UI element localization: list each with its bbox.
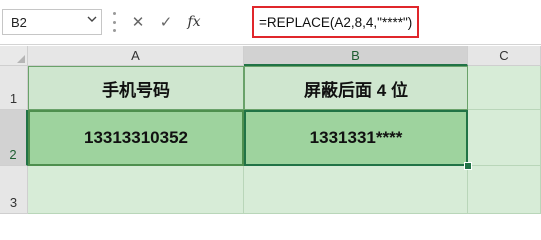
formula-input[interactable]: =REPLACE(A2,8,4,"****") (252, 6, 419, 38)
formula-bar: B2 ✕ ✓ fx =REPLACE(A2,8,4,"****") (0, 0, 541, 45)
formula-buttons: ✕ ✓ fx (124, 9, 208, 35)
column-header-a[interactable]: A (28, 46, 244, 66)
cell-b1[interactable]: 屏蔽后面 4 位 (244, 66, 468, 110)
column-header-c[interactable]: C (468, 46, 541, 66)
cell-c3[interactable] (468, 166, 541, 214)
spreadsheet-grid: A B C 1 2 3 手机号码 屏蔽后面 4 位 13313310352 13… (0, 46, 541, 214)
enter-icon[interactable]: ✓ (152, 9, 180, 35)
cancel-icon[interactable]: ✕ (124, 9, 152, 35)
chevron-down-icon[interactable] (87, 14, 97, 27)
name-box[interactable]: B2 (2, 9, 102, 35)
cell-c1[interactable] (468, 66, 541, 110)
cell-c2[interactable] (468, 110, 541, 166)
insert-function-icon[interactable]: fx (180, 9, 208, 35)
column-header-b[interactable]: B (244, 46, 468, 66)
cell-b3[interactable] (244, 166, 468, 214)
cell-a1[interactable]: 手机号码 (28, 66, 244, 110)
formula-text: =REPLACE(A2,8,4,"****") (259, 15, 413, 30)
row-header-3[interactable]: 3 (0, 166, 28, 214)
select-all-corner[interactable] (0, 46, 28, 66)
splitter-handle[interactable] (113, 12, 117, 32)
name-box-value: B2 (11, 15, 27, 30)
row-header-1[interactable]: 1 (0, 66, 28, 110)
cell-a2[interactable]: 13313310352 (28, 110, 244, 166)
fill-handle[interactable] (464, 162, 472, 170)
row-header-2[interactable]: 2 (0, 110, 28, 166)
cell-a3[interactable] (28, 166, 244, 214)
cell-b2-selected[interactable]: 1331331**** (244, 110, 468, 166)
